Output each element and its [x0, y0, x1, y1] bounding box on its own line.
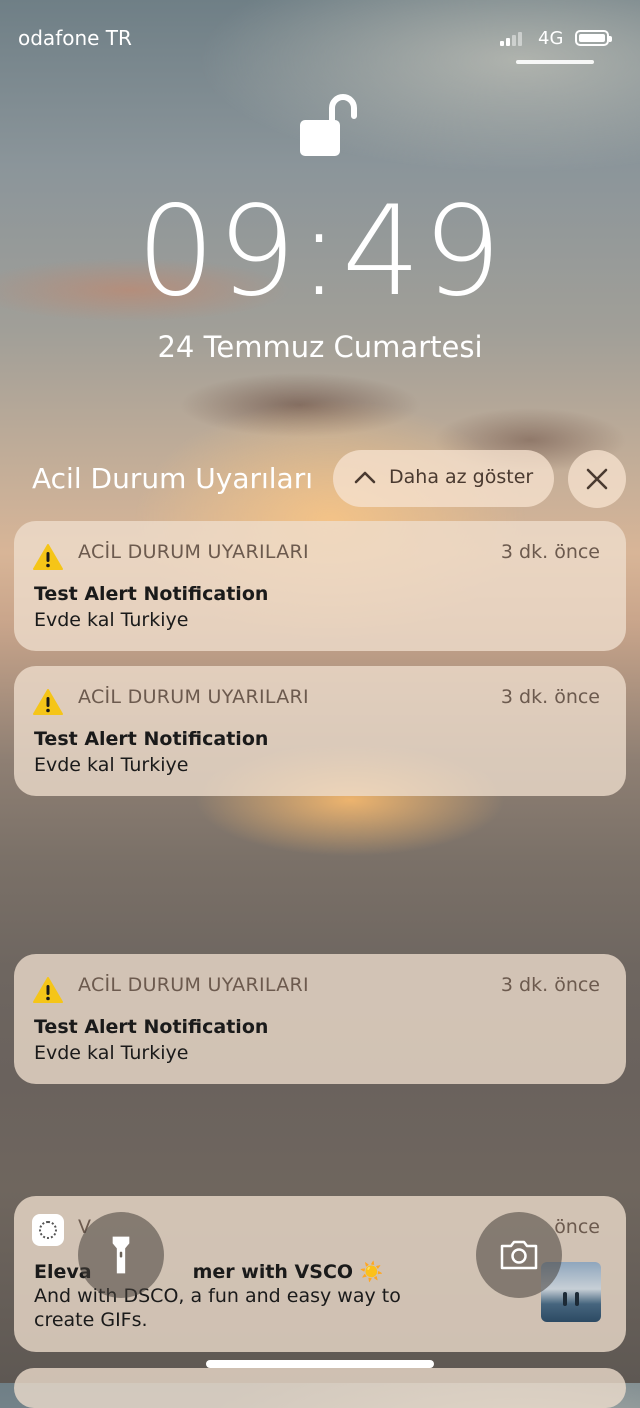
notification-body: Evde kal Turkiye [34, 754, 189, 776]
network-type: 4G [538, 28, 564, 49]
notification-title: Test Alert Notification [34, 583, 269, 605]
camera-button[interactable] [476, 1212, 562, 1298]
notification-title-end: mer with VSCO ☀️ [192, 1261, 384, 1283]
clock-date: 24 Temmuz Cumartesi [157, 330, 483, 364]
notification-app-name: ACİL DURUM UYARILARI [78, 686, 309, 708]
notification-card[interactable]: ACİL DURUM UYARILARI 3 dk. önce Test Ale… [14, 954, 626, 1084]
camera-icon [500, 1240, 538, 1270]
clock-time: 09:49 [136, 180, 504, 324]
vsco-icon [32, 1214, 64, 1246]
next-notification-card[interactable] [14, 1368, 626, 1408]
notification-time: önce [554, 1216, 600, 1238]
notification-body: Evde kal Turkiye [34, 1042, 189, 1064]
close-icon [586, 468, 608, 490]
show-less-label: Daha az göster [389, 466, 534, 488]
control-center-indicator[interactable] [516, 60, 594, 64]
notification-title: Test Alert Notification [34, 728, 269, 750]
notification-time: 3 dk. önce [500, 686, 600, 708]
show-less-button[interactable]: Daha az göster [333, 450, 554, 507]
warning-icon [33, 544, 63, 570]
notification-body: And with DSCO, a fun and easy way to cre… [34, 1285, 401, 1331]
notification-card[interactable]: ACİL DURUM UYARILARI 3 dk. önce Test Ale… [14, 521, 626, 651]
home-indicator[interactable] [206, 1360, 434, 1368]
notification-title: Test Alert Notification [34, 1016, 269, 1038]
flashlight-icon [112, 1236, 130, 1274]
battery-icon [575, 30, 612, 46]
warning-icon [33, 689, 63, 715]
notification-app-name: ACİL DURUM UYARILARI [78, 974, 309, 996]
clear-group-button[interactable] [568, 450, 626, 508]
notification-app-name: ACİL DURUM UYARILARI [78, 541, 309, 563]
signal-strength-icon [500, 32, 522, 46]
chevron-up-icon [354, 471, 376, 484]
notification-body: Evde kal Turkiye [34, 609, 189, 631]
status-bar: odafone TR 4G [0, 26, 640, 56]
carrier-name: odafone TR [18, 26, 132, 50]
flashlight-button[interactable] [78, 1212, 164, 1298]
notification-time: 3 dk. önce [500, 974, 600, 996]
warning-icon [33, 977, 63, 1003]
notification-time: 3 dk. önce [500, 541, 600, 563]
unlocked-padlock-icon [300, 94, 357, 156]
notification-group-title: Acil Durum Uyarıları [32, 462, 313, 495]
notification-card[interactable]: ACİL DURUM UYARILARI 3 dk. önce Test Ale… [14, 666, 626, 796]
